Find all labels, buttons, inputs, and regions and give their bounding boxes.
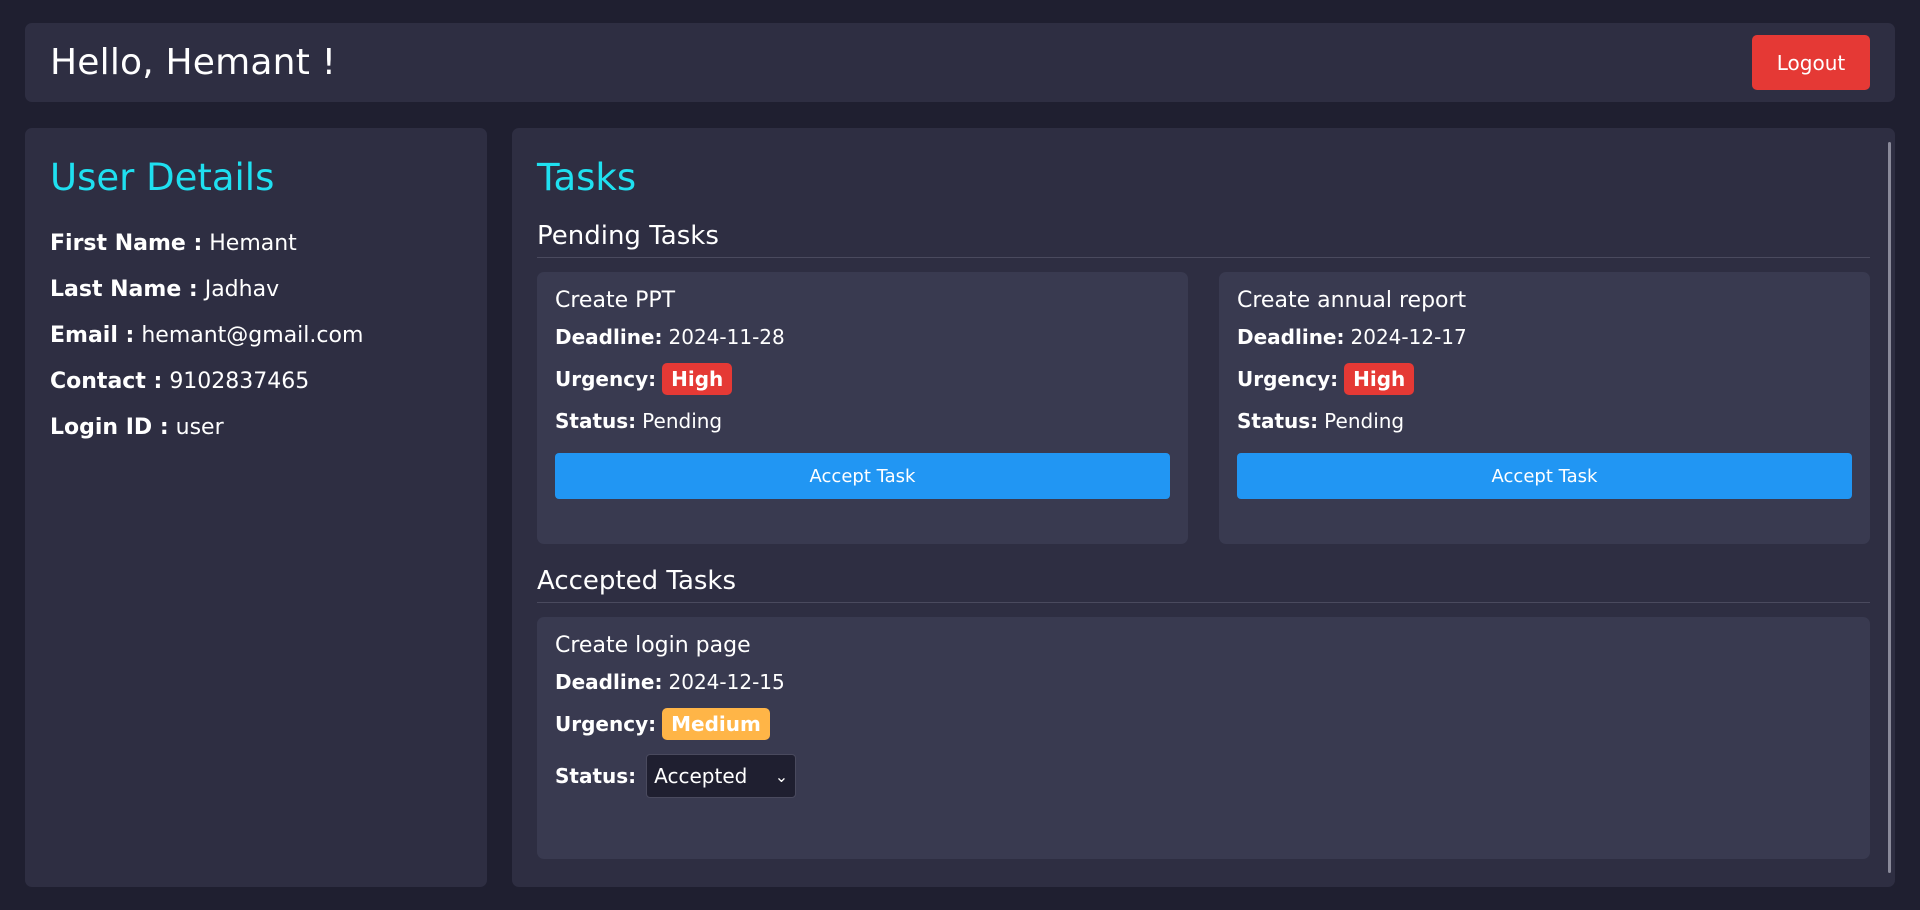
detail-value: Hemant	[209, 231, 297, 256]
urgency-label: Urgency:	[555, 367, 657, 391]
task-status: Status: Pending	[555, 409, 1170, 433]
status-label: Status:	[555, 409, 637, 433]
user-details-panel: User Details First Name : Hemant Last Na…	[25, 128, 487, 887]
detail-label: Contact :	[50, 369, 163, 394]
accept-task-button[interactable]: Accept Task	[555, 453, 1170, 499]
tasks-scrollbar[interactable]	[1888, 142, 1891, 873]
urgency-label: Urgency:	[1237, 367, 1339, 391]
urgency-label: Urgency:	[555, 712, 657, 736]
task-deadline: Deadline: 2024-12-15	[555, 670, 1852, 694]
detail-email: Email : hemant@gmail.com	[50, 313, 462, 359]
deadline-label: Deadline:	[555, 325, 663, 349]
top-header: Hello, Hemant ! Logout	[25, 23, 1895, 102]
task-deadline: Deadline: 2024-12-17	[1237, 325, 1852, 349]
task-title: Create annual report	[1237, 288, 1467, 313]
task-card: Create PPT Deadline: 2024-11-28 Urgency:…	[537, 272, 1188, 544]
deadline-label: Deadline:	[555, 670, 663, 694]
task-urgency: Urgency: High	[555, 363, 1170, 395]
detail-label: Login ID :	[50, 415, 169, 440]
detail-value: Jadhav	[204, 277, 280, 302]
detail-first-name: First Name : Hemant	[50, 221, 462, 267]
task-title: Create login page	[555, 633, 751, 658]
task-status: Status: Accepted ⌄	[555, 754, 1852, 798]
status-select-value: Accepted	[654, 764, 748, 788]
task-urgency: Urgency: Medium	[555, 708, 1852, 740]
user-details-title: User Details	[50, 156, 275, 199]
detail-value: hemant@gmail.com	[141, 323, 364, 348]
detail-last-name: Last Name : Jadhav	[50, 267, 462, 313]
task-status: Status: Pending	[1237, 409, 1852, 433]
status-label: Status:	[555, 764, 637, 788]
task-card: Create annual report Deadline: 2024-12-1…	[1219, 272, 1870, 544]
accept-task-button[interactable]: Accept Task	[1237, 453, 1852, 499]
detail-value: 9102837465	[169, 369, 310, 394]
greeting-title: Hello, Hemant !	[50, 42, 337, 83]
detail-label: Email :	[50, 323, 135, 348]
detail-label: Last Name :	[50, 277, 198, 302]
status-value: Pending	[1324, 409, 1405, 433]
urgency-badge: High	[1344, 363, 1415, 395]
urgency-badge: Medium	[662, 708, 770, 740]
deadline-value: 2024-12-15	[668, 670, 785, 694]
logout-button[interactable]: Logout	[1752, 35, 1870, 90]
deadline-value: 2024-12-17	[1350, 325, 1467, 349]
deadline-label: Deadline:	[1237, 325, 1345, 349]
detail-label: First Name :	[50, 231, 203, 256]
status-label: Status:	[1237, 409, 1319, 433]
pending-tasks-heading: Pending Tasks	[537, 221, 1870, 258]
task-card: Create login page Deadline: 2024-12-15 U…	[537, 617, 1870, 859]
task-title: Create PPT	[555, 288, 676, 313]
chevron-down-icon: ⌄	[774, 766, 789, 786]
task-urgency: Urgency: High	[1237, 363, 1852, 395]
status-value: Pending	[642, 409, 723, 433]
detail-value: user	[175, 415, 224, 440]
tasks-title: Tasks	[537, 156, 637, 199]
deadline-value: 2024-11-28	[668, 325, 785, 349]
task-deadline: Deadline: 2024-11-28	[555, 325, 1170, 349]
urgency-badge: High	[662, 363, 733, 395]
tasks-panel: Tasks Pending Tasks Create PPT Deadline:…	[512, 128, 1895, 887]
pending-tasks-list: Create PPT Deadline: 2024-11-28 Urgency:…	[537, 272, 1870, 544]
status-select[interactable]: Accepted ⌄	[646, 754, 797, 798]
detail-login-id: Login ID : user	[50, 405, 462, 451]
detail-contact: Contact : 9102837465	[50, 359, 462, 405]
accepted-tasks-heading: Accepted Tasks	[537, 566, 1870, 603]
